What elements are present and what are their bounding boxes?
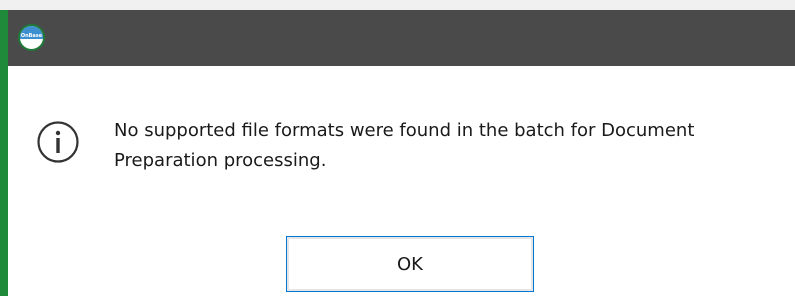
- ok-button[interactable]: OK: [286, 236, 534, 292]
- onbase-logo-icon[interactable]: OnBase: [18, 24, 45, 51]
- message-dialog: OnBase No supported file formats were fo…: [0, 0, 795, 296]
- ok-button-label: OK: [397, 253, 423, 275]
- title-bar-area: OnBase: [0, 0, 795, 66]
- dialog-message: No supported file formats were found in …: [114, 120, 695, 171]
- info-icon: [37, 121, 79, 163]
- dialog-body: No supported file formats were found in …: [8, 66, 795, 296]
- title-bar[interactable]: [0, 10, 795, 66]
- window-accent-border: [0, 10, 8, 296]
